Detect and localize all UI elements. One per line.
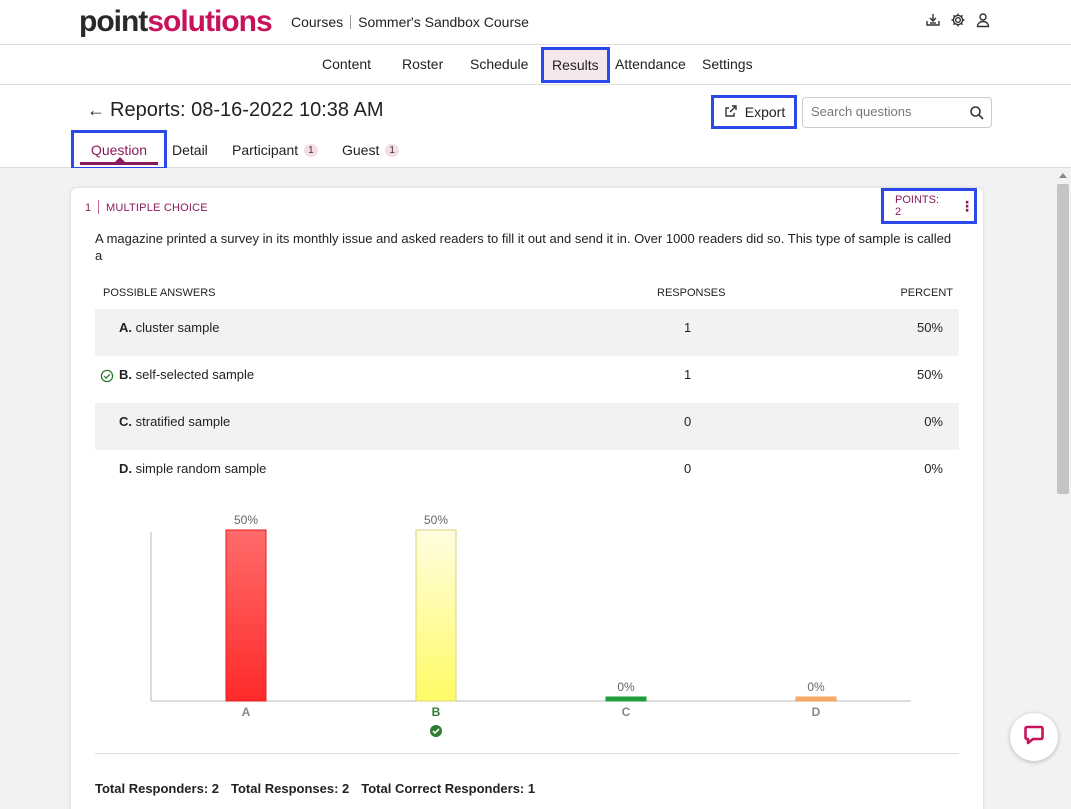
chart-tick-label-d: D (812, 705, 821, 719)
chart-bar-c (605, 696, 647, 702)
nav-roster[interactable]: Roster (402, 56, 443, 72)
answer-letter: C. (119, 414, 132, 429)
breadcrumb: Courses Sommer's Sandbox Course (291, 14, 529, 30)
logo-text-solutions: solutions (147, 5, 272, 38)
points-box[interactable]: POINTS: 2 ⋮ (881, 188, 977, 224)
export-button[interactable]: Export (711, 95, 797, 129)
chart-value-label-d: 0% (807, 680, 825, 694)
nav-settings[interactable]: Settings (702, 56, 753, 72)
answer-percent: 50% (916, 320, 943, 335)
answer-row-c: C. stratified sample 0 0% (95, 403, 959, 450)
question-text: A magazine printed a survey in its month… (95, 231, 952, 263)
chart-tick-label-a: A (242, 705, 251, 719)
breadcrumb-course[interactable]: Sommer's Sandbox Course (358, 14, 529, 30)
scrollbar-thumb[interactable] (1057, 184, 1069, 494)
tab-participant-label: Participant (232, 142, 299, 158)
chart-bar-d (795, 696, 837, 702)
total-responses: Total Responses: 2 (231, 781, 350, 796)
chart-tick-label-b: B (432, 705, 441, 719)
question-number: 1 (85, 202, 92, 214)
tab-detail-label: Detail (172, 142, 208, 158)
header-icons (925, 12, 991, 28)
answer-percent: 0% (924, 414, 943, 429)
results-bar-chart: 50% A 50% B 0% C 0% D (150, 513, 911, 737)
tab-guest-label: Guest (342, 142, 380, 158)
search-box (802, 97, 992, 128)
answer-text: C. stratified sample (119, 414, 230, 429)
breadcrumb-courses[interactable]: Courses (291, 14, 343, 30)
breadcrumb-separator (350, 15, 352, 29)
total-correct-responders: Total Correct Responders: 1 (361, 781, 536, 796)
gear-icon[interactable] (950, 12, 966, 28)
chart-bar-b (415, 529, 457, 702)
tab-detail[interactable]: Detail (172, 142, 208, 158)
answer-label: stratified sample (135, 414, 231, 429)
chart-tick-label-c: C (622, 705, 631, 719)
page-title: Reports: 08-16-2022 10:38 AM (110, 99, 384, 121)
answer-responses: 0 (684, 414, 692, 429)
download-icon[interactable] (925, 12, 941, 28)
answer-label: cluster sample (135, 320, 220, 335)
chat-bubble-icon (1022, 723, 1046, 752)
question-separator (98, 200, 99, 214)
answer-row-a: A. cluster sample 1 50% (95, 309, 959, 356)
chart-bar-a (225, 529, 267, 702)
total-responders: Total Responders: 2 (95, 781, 220, 796)
chat-button[interactable] (1010, 713, 1058, 761)
chart-value-label-b: 50% (424, 513, 448, 527)
correct-check-icon (100, 369, 114, 383)
tab-participant[interactable]: Participant 1 (232, 142, 318, 158)
main-content: 1 MULTIPLE CHOICE POINTS: 2 ⋮ A magazine… (0, 168, 1055, 809)
answer-text: A. cluster sample (119, 320, 219, 335)
back-arrow-icon[interactable]: ← (87, 100, 105, 121)
question-type: MULTIPLE CHOICE (106, 202, 208, 214)
kebab-menu-icon[interactable]: ⋮ (960, 198, 974, 215)
chart-value-label-a: 50% (234, 513, 258, 527)
column-header-answers: POSSIBLE ANSWERS (103, 287, 216, 299)
totals-row: Total Responders: 2 Total Responses: 2 T… (95, 781, 535, 796)
column-header-responses: RESPONSES (657, 287, 726, 299)
answer-responses: 1 (684, 367, 692, 382)
answer-percent: 50% (916, 367, 943, 382)
tab-participant-badge: 1 (304, 143, 318, 157)
tab-guest[interactable]: Guest 1 (342, 142, 399, 158)
totals-divider (95, 753, 959, 754)
nav-results[interactable]: Results (541, 47, 610, 83)
answer-row-d: D. simple random sample 0 0% (95, 450, 959, 497)
scroll-up-arrow-icon[interactable] (1059, 173, 1067, 178)
nav-content[interactable]: Content (322, 56, 371, 72)
answer-letter: D. (119, 461, 132, 476)
tab-question[interactable]: Question (71, 130, 167, 170)
answer-letter: A. (119, 320, 132, 335)
column-header-percent: PERCENT (900, 287, 953, 299)
answer-percent: 0% (924, 461, 943, 476)
logo-text-point: point (79, 5, 148, 38)
points-label: POINTS: 2 (895, 194, 940, 218)
nav-schedule[interactable]: Schedule (470, 56, 528, 72)
search-input[interactable] (811, 104, 961, 119)
answer-responses: 1 (684, 320, 692, 335)
page-scrollbar[interactable] (1055, 168, 1071, 809)
user-icon[interactable] (975, 12, 991, 28)
answer-row-b: B. self-selected sample 1 50% (95, 356, 959, 403)
nav-attendance[interactable]: Attendance (615, 56, 686, 72)
active-tab-caret (114, 157, 126, 163)
answer-letter: B. (119, 367, 132, 382)
chart-value-label-c: 0% (617, 680, 635, 694)
answer-responses: 0 (684, 461, 692, 476)
question-card: 1 MULTIPLE CHOICE POINTS: 2 ⋮ A magazine… (71, 188, 983, 809)
report-tabs: Question Detail Participant 1 Guest 1 (0, 130, 1071, 170)
answer-label: simple random sample (135, 461, 267, 476)
answer-text: D. simple random sample (119, 461, 266, 476)
share-icon (723, 103, 739, 122)
top-bar: pointsolutions Courses Sommer's Sandbox … (0, 0, 1071, 45)
tab-guest-badge: 1 (385, 143, 399, 157)
tab-question-label: Question (90, 142, 148, 158)
search-icon[interactable] (969, 105, 985, 121)
export-label: Export (744, 104, 786, 120)
answer-label: self-selected sample (135, 367, 255, 382)
answer-text: B. self-selected sample (119, 367, 254, 382)
main-nav: Content Roster Schedule Results Attendan… (0, 45, 1071, 85)
logo[interactable]: pointsolutions (79, 5, 273, 39)
